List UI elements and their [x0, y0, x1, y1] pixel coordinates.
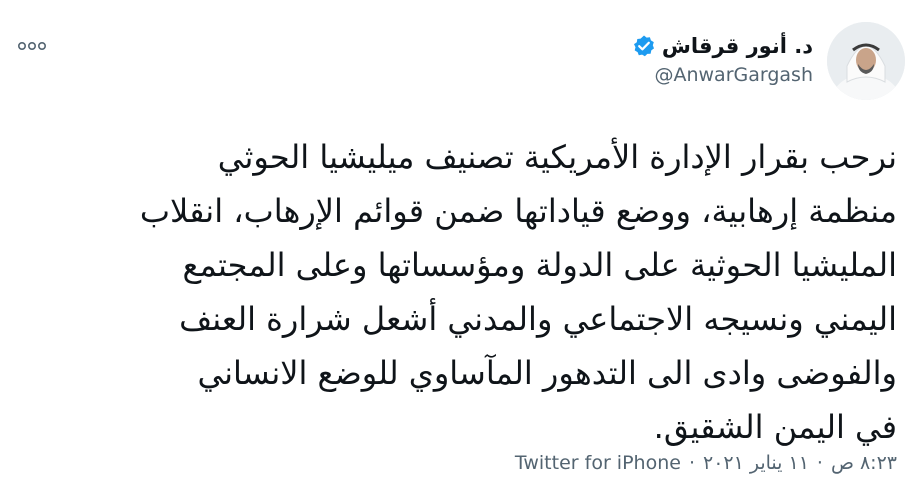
tweet-meta: ٨:٢٣ ص · ١١ يناير ٢٠٢١ · Twitter for iPh… — [515, 452, 897, 474]
avatar[interactable] — [827, 22, 905, 100]
tweet-date[interactable]: ١١ يناير ٢٠٢١ — [703, 452, 809, 474]
tweet-text-line: والفوضى وادى الى التدهور المآساوي للوضع … — [197, 354, 897, 392]
display-name-row: د. أنور قرقاش — [632, 32, 813, 60]
display-name[interactable]: د. أنور قرقاش — [662, 32, 813, 60]
tweet-header: د. أنور قرقاش @AnwarGargash — [10, 22, 905, 112]
tweet-text-line: اليمني ونسيجه الاجتماعي والمدني أشعل شرا… — [179, 300, 897, 338]
more-options-button[interactable] — [14, 34, 50, 58]
verified-badge-icon — [632, 34, 656, 58]
meta-separator: · — [816, 452, 823, 474]
meta-separator: · — [688, 452, 695, 474]
author-names: د. أنور قرقاش @AnwarGargash — [632, 32, 813, 88]
profile-photo-icon — [827, 22, 905, 100]
author-handle[interactable]: @AnwarGargash — [632, 62, 813, 88]
tweet-time[interactable]: ٨:٢٣ ص — [831, 452, 897, 474]
tweet-card: د. أنور قرقاش @AnwarGargash نرحب بقرار ا… — [0, 0, 921, 487]
tweet-text-line: في اليمن الشقيق. — [653, 408, 897, 446]
tweet-text: نرحب بقرار الإدارة الأمريكية تصنيف ميليش… — [17, 130, 897, 454]
tweet-source[interactable]: Twitter for iPhone — [515, 452, 681, 474]
tweet-text-line: نرحب بقرار الإدارة الأمريكية تصنيف ميليش… — [217, 138, 897, 176]
tweet-text-line: منظمة إرهابية، ووضع قياداتها ضمن قوائم ا… — [139, 192, 897, 230]
more-options-icon — [17, 41, 46, 51]
tweet-text-line: المليشيا الحوثية على الدولة ومؤسساتها وع… — [182, 246, 897, 284]
